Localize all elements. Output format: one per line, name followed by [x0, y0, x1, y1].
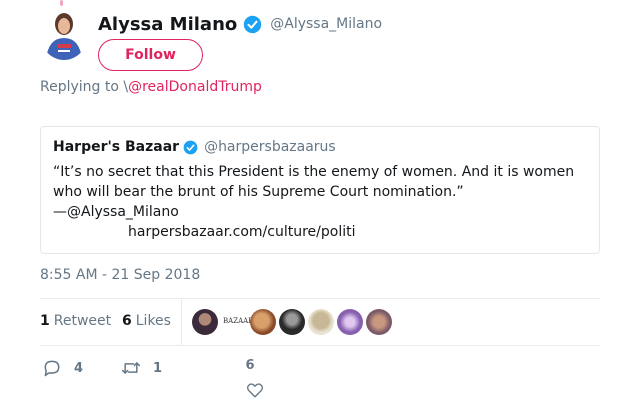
quoted-author-handle[interactable]: @harpersbazaarus	[204, 139, 336, 155]
like-count: 6	[245, 358, 255, 373]
tweet-actions: 4 1 6	[40, 355, 600, 407]
reply-mention-link[interactable]: @realDonaldTrump	[128, 79, 262, 95]
replying-to-label: Replying to	[40, 79, 119, 95]
author-name-row: Alyssa Milano @Alyssa_Milano	[98, 11, 382, 37]
liker-avatar-bazaar[interactable]: BAZAAR	[223, 317, 253, 325]
retweets-label: Retweet	[53, 313, 112, 329]
retweet-count: 1	[153, 360, 163, 376]
retweets-count: 1	[40, 313, 50, 329]
quoted-tweet-text: “It’s no secret that this President is t…	[53, 164, 575, 200]
reply-button[interactable]: 4	[42, 358, 83, 378]
liker-avatar[interactable]	[366, 309, 392, 335]
retweet-icon	[121, 362, 141, 374]
quoted-tweet-link[interactable]: harpersbazaar.com/culture/politi	[128, 222, 355, 242]
cursor-mark: \	[118, 79, 129, 95]
follow-button[interactable]: Follow	[98, 39, 203, 71]
liker-avatar[interactable]	[337, 309, 363, 335]
retweets-stat[interactable]: 1 Retweet	[40, 313, 111, 329]
replying-to-line: Replying to \@realDonaldTrump	[40, 79, 262, 95]
liker-avatar[interactable]	[279, 309, 305, 335]
likes-stat[interactable]: 6 Likes	[122, 313, 171, 329]
reply-count: 4	[74, 360, 84, 376]
reply-icon	[44, 360, 60, 377]
likes-count: 6	[122, 313, 132, 329]
quoted-author-row: Harper's Bazaar @harpersbazaarus	[53, 139, 336, 155]
heart-icon	[246, 383, 264, 398]
verified-badge-icon	[244, 15, 262, 33]
author-handle[interactable]: @Alyssa_Milano	[270, 16, 382, 32]
author-display-name[interactable]: Alyssa Milano	[98, 14, 237, 35]
tweet-stats: 1 Retweet 6 Likes BAZAAR	[40, 298, 600, 346]
quoted-author-name[interactable]: Harper's Bazaar	[53, 139, 179, 155]
liker-avatar[interactable]	[192, 309, 218, 335]
stats-divider	[181, 299, 182, 345]
tweet-timestamp[interactable]: 8:55 AM - 21 Sep 2018	[40, 267, 200, 283]
avatar-decoration	[60, 0, 63, 6]
likes-label: Likes	[135, 313, 171, 329]
verified-badge-icon	[183, 140, 198, 154]
liker-avatar[interactable]	[308, 309, 334, 335]
author-avatar[interactable]	[40, 8, 88, 60]
tweet-header: Alyssa Milano @Alyssa_Milano Follow	[0, 0, 640, 80]
retweet-button[interactable]: 1	[120, 358, 162, 378]
quoted-tweet[interactable]: Harper's Bazaar @harpersbazaarus “It’s n…	[40, 126, 600, 254]
like-button[interactable]: 6	[226, 357, 264, 399]
quoted-tweet-byline: —@Alyssa_Milano	[53, 204, 179, 220]
liker-avatar[interactable]	[250, 309, 276, 335]
